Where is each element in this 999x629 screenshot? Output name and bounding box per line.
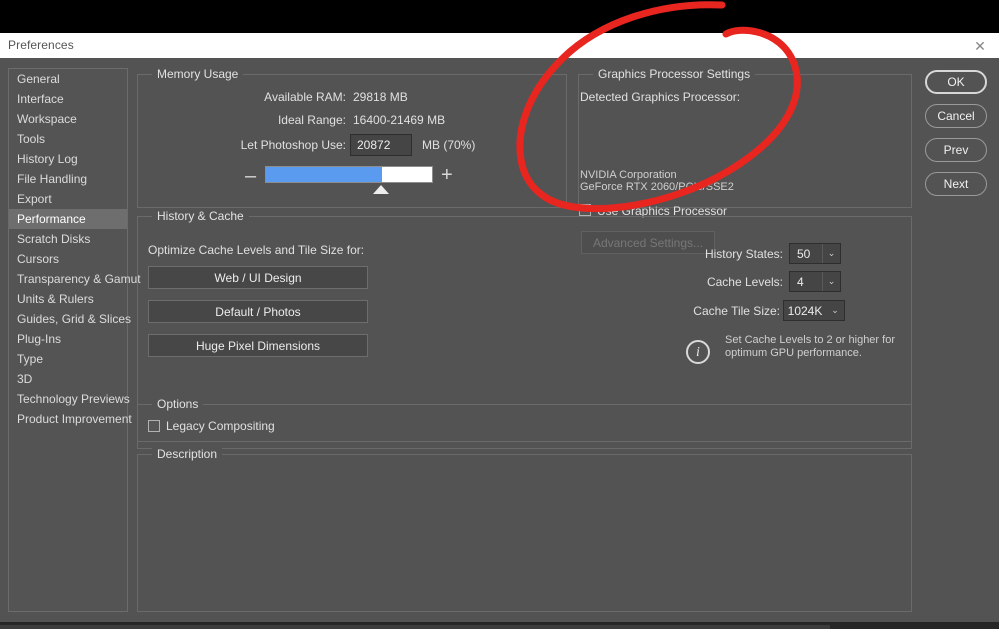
bottom-progress-bar (0, 625, 830, 629)
top-black-strip (0, 0, 999, 32)
sidebar-item-cursors[interactable]: Cursors (9, 249, 127, 269)
memory-percent-label: MB (70%) (422, 138, 476, 152)
available-ram-label: Available RAM: (264, 90, 346, 104)
window-titlebar: Preferences ✕ (0, 32, 999, 58)
legacy-compositing-checkbox[interactable] (148, 420, 160, 432)
let-photoshop-use-input[interactable] (350, 134, 412, 156)
cache-levels-dropdown[interactable]: 4 ⌄ (789, 271, 841, 292)
screen-root: Preferences ✕ General Interface Workspac… (0, 0, 999, 629)
use-graphics-processor-checkbox[interactable] (579, 204, 591, 216)
cache-tile-size-label: Cache Tile Size: (693, 304, 780, 318)
cache-levels-value: 4 (797, 274, 804, 289)
sidebar-item-scratch-disks[interactable]: Scratch Disks (9, 229, 127, 249)
chevron-down-icon: ⌄ (831, 305, 839, 315)
page-title: Preferences (8, 38, 74, 52)
cache-tile-size-value: 1024K (787, 303, 823, 318)
sidebar-item-3d[interactable]: 3D (9, 369, 127, 389)
next-button[interactable]: Next (925, 172, 987, 196)
sidebar-item-workspace[interactable]: Workspace (9, 109, 127, 129)
sidebar-item-technology-previews[interactable]: Technology Previews (9, 389, 130, 409)
legacy-compositing-label: Legacy Compositing (166, 419, 275, 433)
cache-levels-label: Cache Levels: (706, 275, 783, 289)
ideal-range-label: Ideal Range: (277, 113, 346, 127)
sidebar-item-product-improvement[interactable]: Product Improvement (9, 409, 132, 429)
ok-button[interactable]: OK (925, 70, 987, 94)
memory-slider-fill (266, 167, 383, 182)
cache-hint-line-2: optimum GPU performance. (725, 347, 862, 359)
sidebar-item-units-rulers[interactable]: Units & Rulers (9, 289, 127, 309)
bottom-black-strip (0, 622, 999, 629)
let-photoshop-use-label: Let Photoshop Use: (240, 138, 346, 152)
preset-default-photos-button[interactable]: Default / Photos (148, 300, 368, 323)
sidebar-item-export[interactable]: Export (9, 189, 127, 209)
close-icon[interactable]: ✕ (971, 37, 989, 55)
preferences-sidebar[interactable]: General Interface Workspace Tools Histor… (8, 68, 141, 612)
prev-button[interactable]: Prev (925, 138, 987, 162)
graphics-processor-title: Graphics Processor Settings (593, 67, 756, 81)
detected-gpu-label: Detected Graphics Processor: (580, 90, 741, 104)
memory-usage-title: Memory Usage (152, 67, 244, 81)
preset-huge-pixel-dimensions-button[interactable]: Huge Pixel Dimensions (148, 334, 368, 357)
sidebar-item-file-handling[interactable]: File Handling (9, 169, 127, 189)
sidebar-item-history-log[interactable]: History Log (9, 149, 127, 169)
memory-slider-track[interactable] (265, 166, 433, 183)
memory-slider-plus-button[interactable]: + (441, 165, 453, 185)
sidebar-item-performance[interactable]: Performance (9, 209, 127, 229)
optimize-cache-label: Optimize Cache Levels and Tile Size for: (148, 243, 365, 257)
cancel-button[interactable]: Cancel (925, 104, 987, 128)
available-ram-value: 29818 MB (353, 90, 408, 104)
history-states-value: 50 (797, 246, 811, 261)
preferences-dialog: General Interface Workspace Tools Histor… (0, 58, 999, 622)
options-title: Options (152, 397, 204, 411)
sidebar-item-guides-grid-slices[interactable]: Guides, Grid & Slices (9, 309, 131, 329)
sidebar-item-type[interactable]: Type (9, 349, 127, 369)
sidebar-item-transparency-gamut[interactable]: Transparency & Gamut (9, 269, 141, 289)
cache-hint-line-1: Set Cache Levels to 2 or higher for (725, 334, 895, 346)
preset-web-ui-design-button[interactable]: Web / UI Design (148, 266, 368, 289)
sidebar-item-interface[interactable]: Interface (9, 89, 127, 109)
cache-tile-size-dropdown[interactable]: 1024K ⌄ (783, 300, 845, 321)
history-cache-title: History & Cache (152, 209, 249, 223)
info-icon: i (686, 340, 710, 364)
history-states-label: History States: (704, 247, 783, 261)
description-group: Description (137, 447, 912, 612)
memory-slider-thumb[interactable] (373, 185, 389, 194)
gpu-model-text: GeForce RTX 2060/PCIe/SSE2 (580, 181, 734, 193)
chevron-down-icon: ⌄ (822, 272, 840, 291)
memory-slider-minus-button[interactable]: – (245, 166, 256, 186)
sidebar-item-general[interactable]: General (9, 69, 127, 89)
description-title: Description (152, 447, 223, 461)
sidebar-item-plug-ins[interactable]: Plug-Ins (9, 329, 127, 349)
history-states-dropdown[interactable]: 50 ⌄ (789, 243, 841, 264)
ideal-range-value: 16400-21469 MB (353, 113, 446, 127)
gpu-vendor-text: NVIDIA Corporation (580, 169, 677, 181)
sidebar-item-tools[interactable]: Tools (9, 129, 127, 149)
chevron-down-icon: ⌄ (822, 244, 840, 263)
